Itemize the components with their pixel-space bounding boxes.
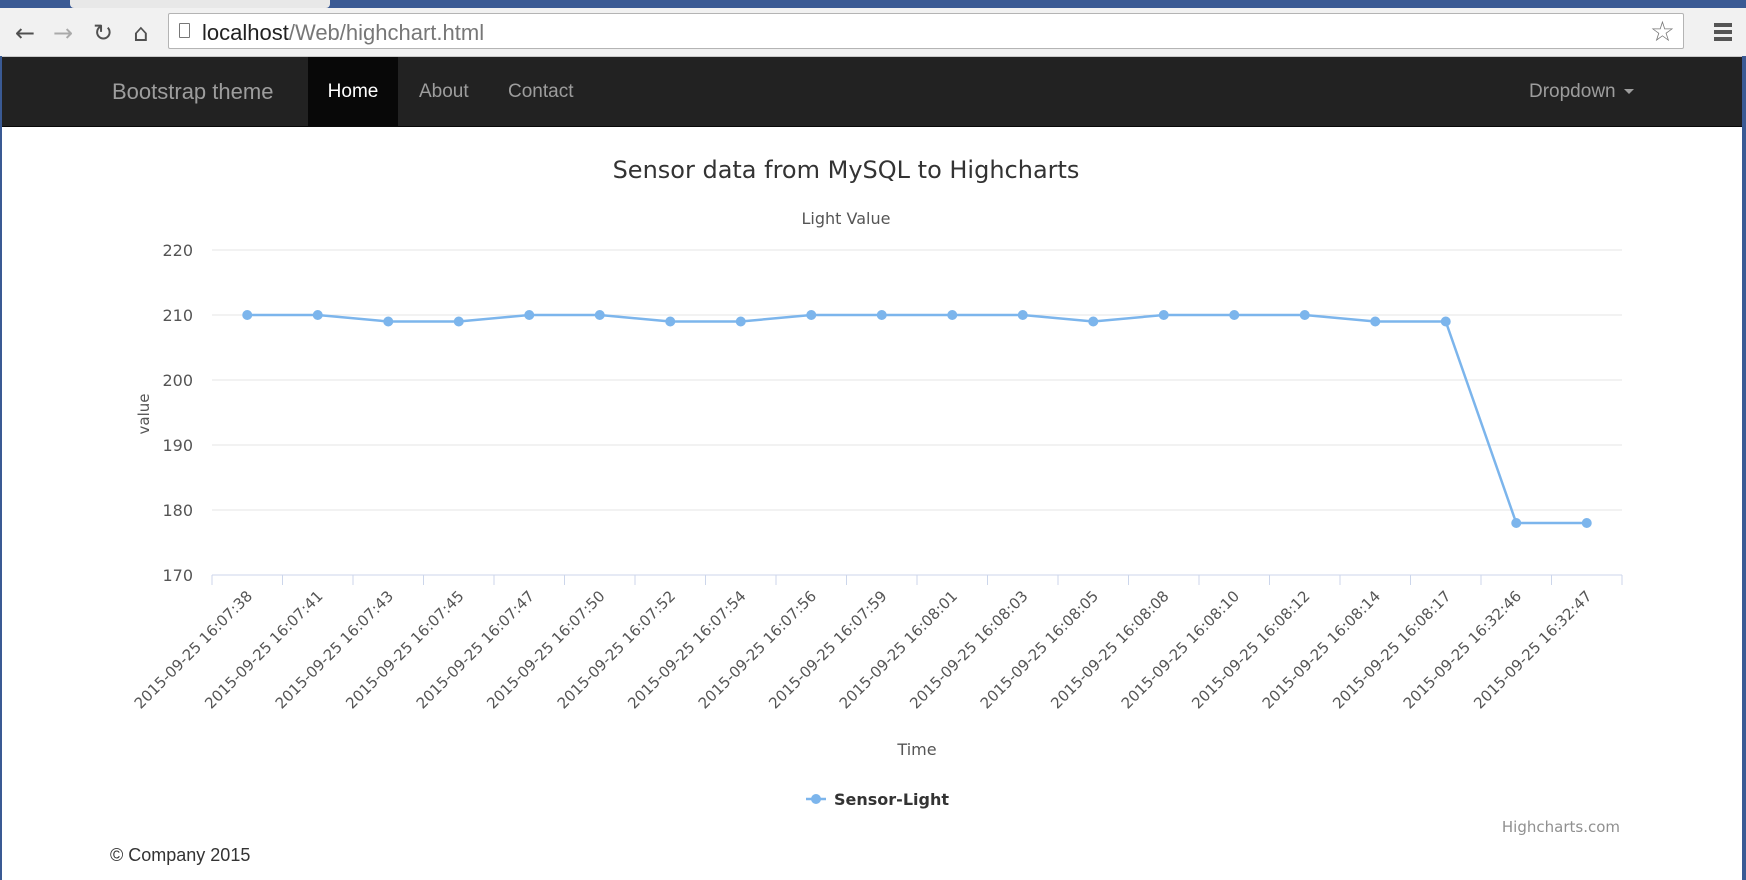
data-point[interactable] — [1370, 316, 1381, 327]
home-icon[interactable]: ⌂ — [126, 18, 156, 48]
data-point[interactable] — [1088, 316, 1099, 327]
y-tick-label: 210 — [162, 306, 193, 325]
x-tick-label: 2015-09-25 16:08:17 — [1329, 587, 1454, 712]
data-point[interactable] — [524, 310, 535, 320]
y-axis-ticks: 170 180 190 200 210 220 — [162, 241, 193, 585]
x-tick-label: 2015-09-25 16:07:45 — [342, 587, 467, 712]
x-tick-label: 2015-09-25 16:07:56 — [695, 587, 820, 712]
x-tick-label: 2015-09-25 16:07:47 — [413, 587, 538, 712]
data-point[interactable] — [1158, 310, 1169, 320]
data-point[interactable] — [242, 310, 253, 320]
navbar-brand[interactable]: Bootstrap theme — [112, 79, 273, 105]
data-point[interactable] — [1017, 310, 1028, 320]
hamburger-menu-icon[interactable] — [1710, 20, 1736, 44]
nav-item-home[interactable]: Home — [308, 57, 398, 126]
x-tick-label: 2015-09-25 16:08:03 — [906, 587, 1031, 712]
x-tick-label: 2015-09-25 16:08:05 — [977, 587, 1102, 712]
credits-link[interactable]: Highcharts.com — [1502, 818, 1620, 836]
chart-title: Sensor data from MySQL to Highcharts — [613, 156, 1080, 184]
x-tick-label: 2015-09-25 16:08:08 — [1047, 587, 1172, 712]
nav-item-label: Contact — [508, 80, 574, 102]
data-point[interactable] — [665, 316, 676, 327]
x-tick-label: 2015-09-25 16:08:14 — [1259, 587, 1384, 712]
x-tick-label: 2015-09-25 16:07:59 — [765, 587, 890, 712]
y-tick-label: 180 — [162, 501, 193, 520]
x-tick-label: 2015-09-25 16:07:43 — [272, 587, 397, 712]
data-point[interactable] — [1581, 518, 1592, 528]
forward-arrow-icon[interactable]: → — [48, 18, 78, 48]
x-tick-label: 2015-09-25 16:07:41 — [201, 587, 326, 712]
data-point[interactable] — [1299, 310, 1310, 320]
grid-lines — [212, 249, 1622, 511]
y-tick-label: 220 — [162, 241, 193, 260]
x-tick-label: 2015-09-25 16:07:52 — [554, 587, 679, 712]
series-sensor-light[interactable] — [242, 310, 1592, 528]
x-tick-label: 2015-09-25 16:32:46 — [1400, 587, 1525, 712]
page-icon — [179, 23, 190, 38]
x-axis-ticks: 2015-09-25 16:07:382015-09-25 16:07:4120… — [131, 575, 1623, 712]
nav-item-contact[interactable]: Contact — [508, 57, 573, 126]
x-tick-label: 2015-09-25 16:08:01 — [836, 587, 961, 712]
nav-dropdown[interactable]: Dropdown — [1529, 57, 1634, 126]
data-point[interactable] — [312, 310, 323, 320]
dropdown-label: Dropdown — [1529, 80, 1616, 102]
browser-tab[interactable] — [70, 0, 330, 8]
y-axis-label: value — [135, 394, 153, 435]
x-tick-label: 2015-09-25 16:07:38 — [131, 587, 256, 712]
data-point[interactable] — [453, 316, 464, 327]
x-tick-label: 2015-09-25 16:08:10 — [1118, 587, 1243, 712]
data-point[interactable] — [876, 310, 887, 320]
nav-item-label: Home — [327, 80, 379, 102]
url-path: /Web/highchart.html — [288, 20, 485, 45]
nav-item-about[interactable]: About — [419, 57, 469, 126]
data-point[interactable] — [1440, 316, 1451, 327]
reload-icon[interactable]: ↻ — [88, 18, 118, 48]
data-point[interactable] — [947, 310, 958, 320]
navbar: Bootstrap theme Home About Contact Dropd… — [2, 57, 1742, 127]
data-point[interactable] — [1229, 310, 1240, 320]
x-tick-label: 2015-09-25 16:07:50 — [483, 587, 608, 712]
back-arrow-icon[interactable]: ← — [10, 18, 40, 48]
star-icon[interactable]: ☆ — [1650, 15, 1675, 48]
nav-item-label: About — [419, 80, 469, 102]
data-point[interactable] — [735, 316, 746, 327]
y-tick-label: 190 — [162, 436, 193, 455]
data-point[interactable] — [806, 310, 817, 320]
caret-down-icon — [1623, 89, 1634, 94]
x-axis-label: Time — [896, 740, 936, 759]
data-point[interactable] — [1511, 518, 1522, 528]
x-tick-label: 2015-09-25 16:08:12 — [1188, 587, 1313, 712]
tab-strip — [0, 0, 1746, 8]
chart-subtitle: Light Value — [802, 209, 891, 228]
url-host: localhost — [202, 20, 289, 45]
x-tick-label: 2015-09-25 16:07:54 — [624, 587, 749, 712]
data-point[interactable] — [594, 310, 605, 320]
legend[interactable]: Sensor-Light — [806, 790, 949, 809]
browser-toolbar: ← → ↻ ⌂ localhost/Web/highchart.html ☆ — [0, 8, 1746, 57]
data-point[interactable] — [383, 316, 394, 327]
series-line — [247, 313, 1587, 525]
line-chart: Sensor data from MySQL to Highcharts Lig… — [131, 156, 1623, 836]
legend-marker-icon — [811, 794, 821, 804]
y-tick-label: 170 — [162, 566, 193, 585]
x-tick-label: 2015-09-25 16:32:47 — [1470, 587, 1595, 712]
footer-copyright: © Company 2015 — [110, 845, 251, 865]
y-tick-label: 200 — [162, 371, 193, 390]
legend-item-label[interactable]: Sensor-Light — [834, 790, 949, 809]
address-bar[interactable]: localhost/Web/highchart.html ☆ — [168, 13, 1684, 49]
url-text[interactable]: localhost/Web/highchart.html — [202, 20, 484, 46]
